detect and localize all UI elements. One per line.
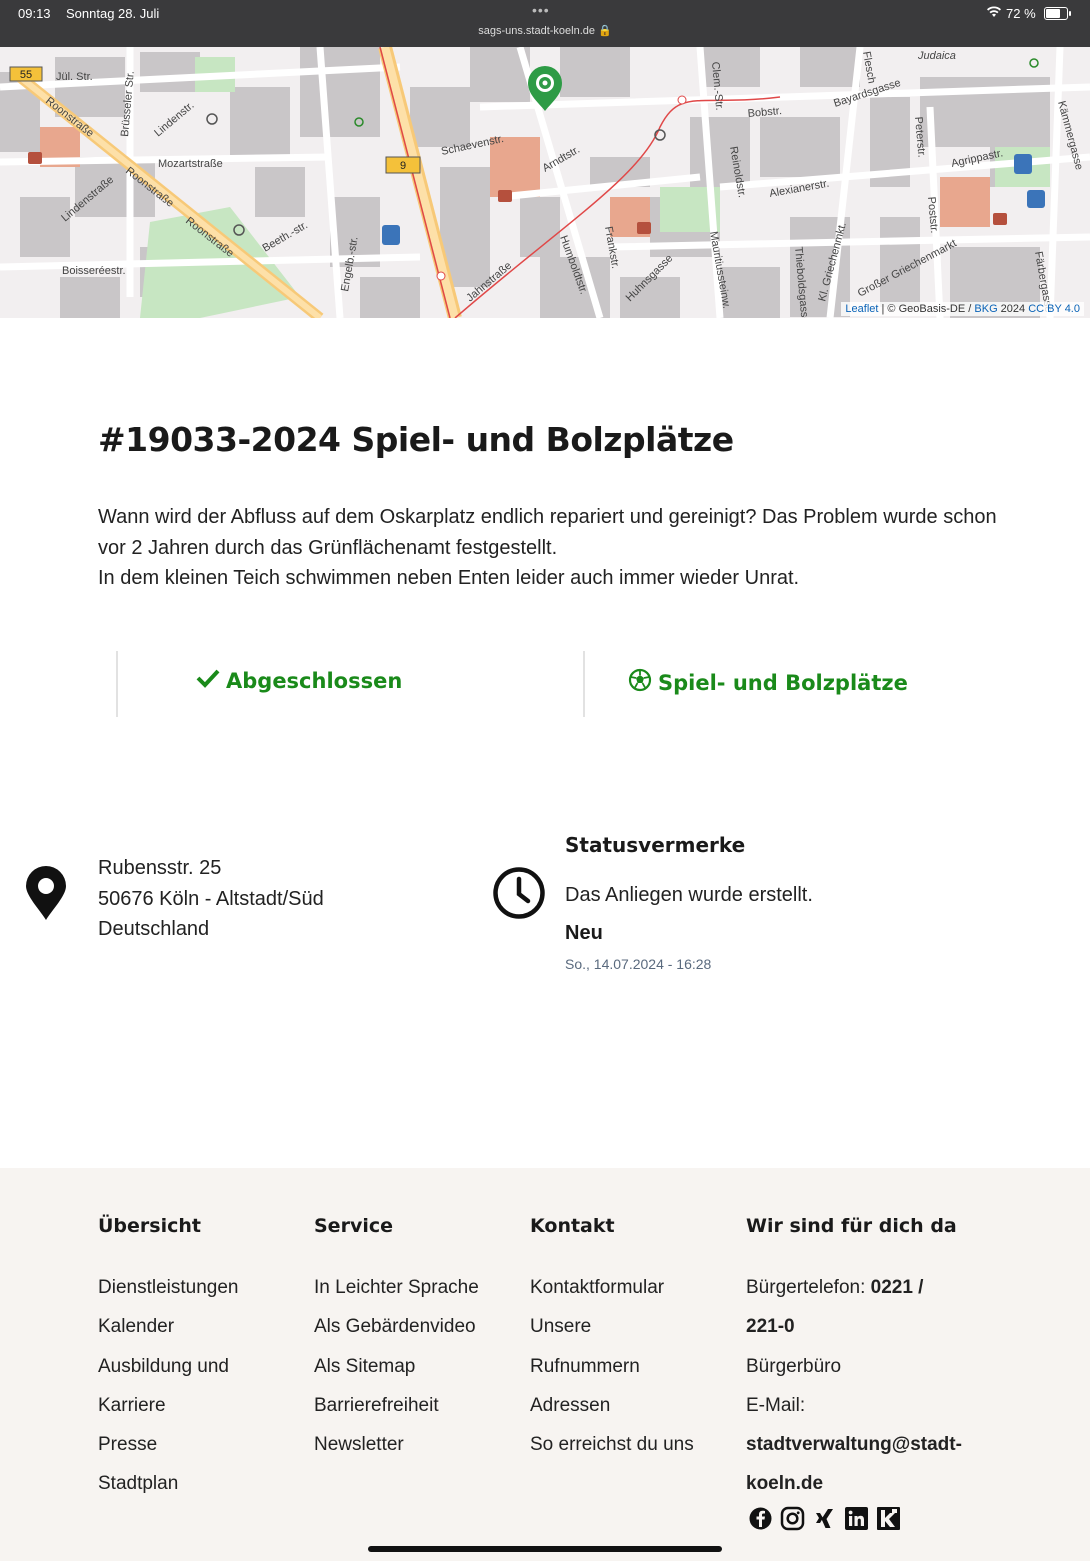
divider (583, 651, 585, 717)
street-label: Boisseréestr. (62, 265, 126, 277)
social-links (748, 1506, 901, 1531)
footer-link[interactable]: Ausbildung und (98, 1347, 238, 1386)
divider (116, 651, 118, 717)
status-note-text: Das Anliegen wurde erstellt. (565, 884, 813, 906)
status-bar: 09:13 Sonntag 28. Juli ••• sags-uns.stad… (0, 0, 1090, 47)
linkedin-icon[interactable] (844, 1506, 869, 1531)
street-label: Mozartstraße (158, 158, 223, 170)
status-note-date: So., 14.07.2024 - 16:28 (565, 956, 712, 972)
status-label: Abgeschlossen (226, 668, 403, 693)
route-label-55: 55 (20, 69, 32, 81)
map-pin-icon (25, 866, 67, 927)
footer-links-service: In Leichter Sprache Als Gebärdenvideo Al… (314, 1268, 479, 1464)
clock-icon (492, 866, 546, 925)
status-notes-heading: Statusvermerke (565, 833, 746, 857)
phone-label: Bürgertelefon: (746, 1277, 871, 1298)
footer-links-overview: Dienstleistungen Kalender Ausbildung und… (98, 1268, 238, 1504)
category-badge: Spiel- und Bolzplätze (628, 668, 908, 697)
citizen-phone[interactable]: Bürgertelefon: 0221 / (746, 1268, 962, 1307)
address-country: Deutschland (98, 918, 210, 940)
leaflet-link[interactable]: Leaflet (845, 303, 878, 315)
email-label: E-Mail: (746, 1394, 806, 1416)
category-label: Spiel- und Bolzplätze (658, 670, 908, 695)
facebook-icon[interactable] (748, 1506, 773, 1531)
issue-description: Wann wird der Abfluss auf dem Oskarplatz… (98, 502, 1018, 594)
footer-link[interactable]: Als Gebärdenvideo (314, 1307, 479, 1346)
footer-link[interactable]: Stadtplan (98, 1464, 238, 1503)
description-paragraph: Wann wird der Abfluss auf dem Oskarplatz… (98, 506, 997, 559)
parking-icon (1014, 154, 1032, 174)
footer-link[interactable]: Rufnummern (530, 1347, 694, 1386)
home-indicator[interactable] (368, 1546, 722, 1552)
school-icon (993, 213, 1007, 225)
battery-icon (1044, 7, 1071, 20)
footer-link[interactable]: Kontaktformular (530, 1268, 694, 1307)
attribution-text: | © GeoBasis-DE / (878, 303, 975, 315)
address-city: 50676 Köln - Altstadt/Süd (98, 887, 324, 910)
footer-heading-help: Wir sind für dich da (746, 1215, 957, 1237)
page-title: #19033-2024 Spiel- und Bolzplätze (98, 420, 734, 459)
bkg-link[interactable]: BKG (974, 303, 997, 315)
footer-link[interactable]: Karriere (98, 1386, 238, 1425)
footer-link[interactable]: Presse (98, 1425, 238, 1464)
footer-link[interactable]: Als Sitemap (314, 1347, 479, 1386)
map-view[interactable]: 55 9 Jül. Str. Brüsseler Str. Lindenstr.… (0, 47, 1090, 318)
phone-number-cont[interactable]: 221-0 (746, 1316, 795, 1337)
phone-number[interactable]: 0221 / (871, 1277, 924, 1298)
address-street: Rubensstr. 25 (98, 857, 222, 879)
parking-icon (382, 225, 400, 245)
instagram-icon[interactable] (780, 1506, 805, 1531)
footer-link[interactable]: Dienstleistungen (98, 1268, 238, 1307)
map-canvas[interactable]: 55 9 Jül. Str. Brüsseler Str. Lindenstr.… (0, 47, 1090, 318)
footer-link[interactable]: In Leichter Sprache (314, 1268, 479, 1307)
xing-icon[interactable] (812, 1506, 837, 1531)
status-date: Sonntag 28. Juli (66, 6, 160, 21)
clock-time: 09:13 (18, 6, 51, 21)
bath-icon (1027, 190, 1045, 208)
footer-links-contact: Kontaktformular Unsere Rufnummern Adress… (530, 1268, 694, 1464)
map-attribution: Leaflet | © GeoBasis-DE / BKG 2024 CC BY… (841, 302, 1084, 316)
route-label-9: 9 (400, 160, 406, 172)
footer-link[interactable]: Kalender (98, 1307, 238, 1346)
footer-link[interactable]: Unsere (530, 1307, 694, 1346)
battery-percent: 72 % (1006, 6, 1036, 21)
school-icon (498, 190, 512, 202)
footer-heading-overview: Übersicht (98, 1215, 201, 1237)
address-block: Rubensstr. 25 50676 Köln - Altstadt/Süd … (98, 853, 324, 945)
description-paragraph: In dem kleinen Teich schwimmen neben Ent… (98, 567, 800, 589)
checkmark-icon (196, 668, 220, 693)
email-link-cont[interactable]: koeln.de (746, 1473, 823, 1494)
url-bar[interactable]: sags-uns.stadt-koeln.de 🔒 (0, 24, 1090, 37)
street-label: Jül. Str. (56, 71, 93, 83)
email-link[interactable]: stadtverwaltung@stadt- (746, 1434, 962, 1455)
school-icon (637, 222, 651, 234)
footer-link[interactable]: Adressen (530, 1386, 694, 1425)
kununu-icon[interactable] (876, 1506, 901, 1531)
soccer-ball-icon (628, 668, 652, 697)
footer-link[interactable]: Barrierefreiheit (314, 1386, 479, 1425)
status-badge: Abgeschlossen (196, 668, 402, 693)
footer-contact-info: Bürgertelefon: 0221 / 221-0 Bürgerbüro E… (746, 1268, 962, 1504)
wifi-icon (986, 6, 1002, 21)
attribution-year: 2024 (997, 303, 1029, 315)
footer-heading-contact: Kontakt (530, 1215, 615, 1237)
street-label: Judaica (917, 50, 956, 62)
more-dots-icon[interactable]: ••• (532, 2, 550, 18)
citizen-office-link[interactable]: Bürgerbüro (746, 1347, 962, 1386)
footer-heading-service: Service (314, 1215, 393, 1237)
footer-link[interactable]: So erreichst du uns (530, 1425, 694, 1464)
license-link[interactable]: CC BY 4.0 (1028, 303, 1080, 315)
footer-link[interactable]: Newsletter (314, 1425, 479, 1464)
status-note-state: Neu (565, 922, 603, 944)
school-icon (28, 152, 42, 164)
